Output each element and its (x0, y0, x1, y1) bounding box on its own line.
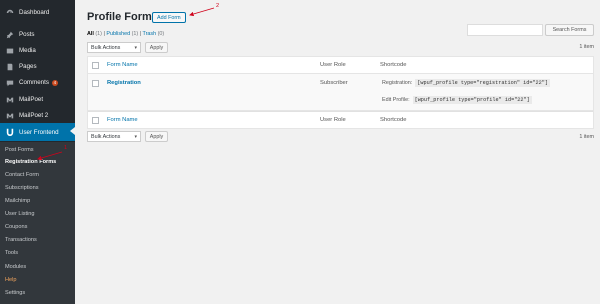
arrow-to-add-form (189, 7, 215, 17)
arrow-to-registration-forms (37, 151, 63, 161)
annotation-arrows (37, 7, 215, 161)
annotation-step-1: 1 (64, 145, 68, 151)
